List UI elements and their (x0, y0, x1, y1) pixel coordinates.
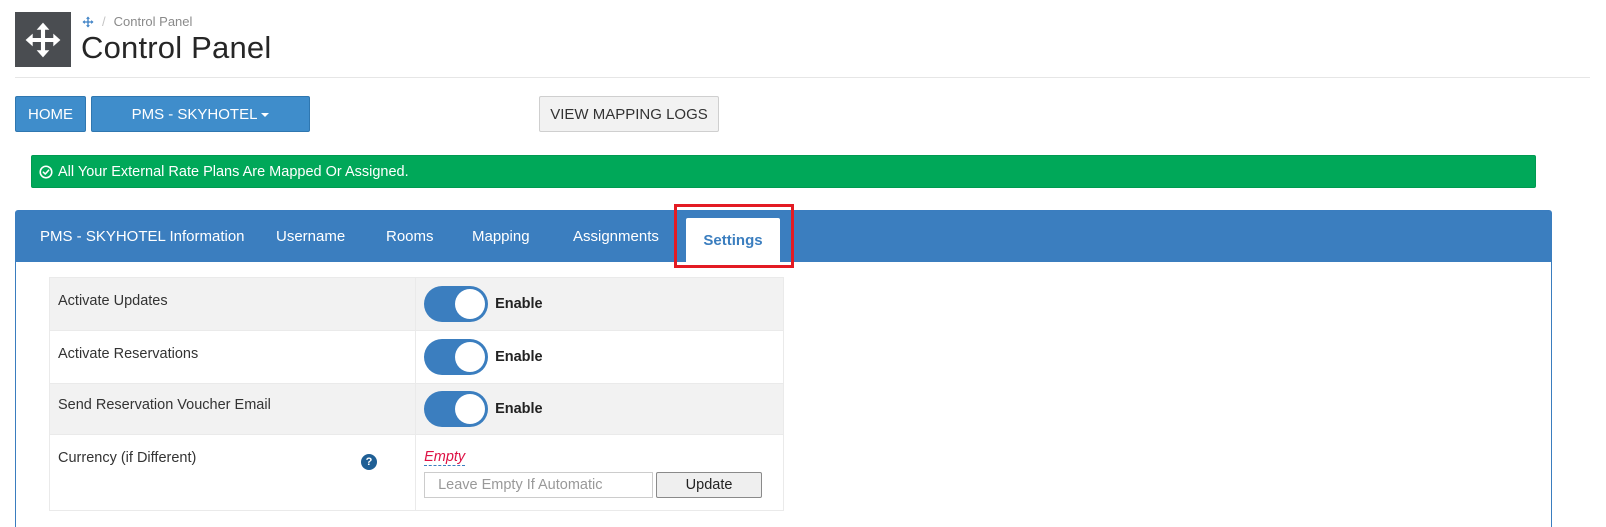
setting-label: Activate Reservations (48, 330, 417, 384)
question-circle-icon[interactable]: ? (361, 454, 377, 470)
breadcrumb-current: Control Panel (113, 14, 193, 29)
currency-input[interactable] (424, 472, 654, 498)
settings-row-activate-updates: Activate Updates Enable (48, 277, 784, 331)
toggle-state-label: Enable (495, 401, 543, 417)
update-button[interactable]: Update (656, 472, 763, 498)
setting-label: Activate Updates (48, 277, 417, 331)
toggle-knob (455, 342, 486, 372)
home-button[interactable]: HOME (15, 96, 86, 132)
view-mapping-logs-label: VIEW MAPPING LOGS (550, 105, 708, 123)
send-voucher-email-toggle[interactable] (424, 391, 489, 427)
page-title: Control Panel (81, 30, 272, 65)
toggle-state-label: Enable (495, 296, 543, 312)
alert-message: All Your External Rate Plans Are Mapped … (58, 163, 409, 180)
breadcrumb-separator: / (102, 14, 106, 29)
check-circle-icon (39, 164, 53, 179)
tab-settings[interactable]: Settings (686, 218, 780, 262)
tab-rooms[interactable]: Rooms (386, 211, 434, 262)
activate-updates-toggle[interactable] (424, 286, 489, 322)
tab-mapping[interactable]: Mapping (472, 211, 530, 262)
settings-row-activate-reservations: Activate Reservations Enable (48, 330, 784, 384)
tab-assignments[interactable]: Assignments (573, 211, 659, 262)
toggle-knob (455, 289, 486, 319)
breadcrumb-home-icon[interactable] (82, 16, 94, 28)
currency-value-editable[interactable]: Empty (424, 449, 466, 466)
activate-reservations-toggle[interactable] (424, 339, 489, 375)
tab-username[interactable]: Username (276, 211, 345, 262)
view-mapping-logs-button[interactable]: VIEW MAPPING LOGS (539, 96, 719, 132)
logo (15, 12, 71, 67)
page-header: / Control Panel Control Panel (15, 12, 1590, 78)
settings-table: Activate Updates Enable Activate Reserva… (48, 277, 784, 511)
home-button-label: HOME (28, 105, 73, 123)
caret-down-icon (261, 113, 270, 117)
pms-dropdown-label: PMS - SKYHOTEL (131, 105, 258, 123)
settings-row-currency: Currency (if Different) ? Empty Update (48, 434, 784, 511)
tab-bar: PMS - SKYHOTEL Information Username Room… (16, 211, 1551, 262)
toggle-knob (455, 394, 486, 424)
breadcrumb: / Control Panel (82, 14, 192, 29)
setting-label: Send Reservation Voucher Email (48, 383, 417, 435)
pms-dropdown-button[interactable]: PMS - SKYHOTEL (91, 96, 310, 132)
move-arrows-icon (25, 22, 61, 57)
success-alert: All Your External Rate Plans Are Mapped … (31, 155, 1536, 188)
settings-row-voucher-email: Send Reservation Voucher Email Enable (48, 383, 784, 435)
tab-pms-information[interactable]: PMS - SKYHOTEL Information (40, 211, 245, 262)
toggle-state-label: Enable (495, 349, 543, 365)
setting-label: Currency (if Different) (58, 450, 197, 466)
